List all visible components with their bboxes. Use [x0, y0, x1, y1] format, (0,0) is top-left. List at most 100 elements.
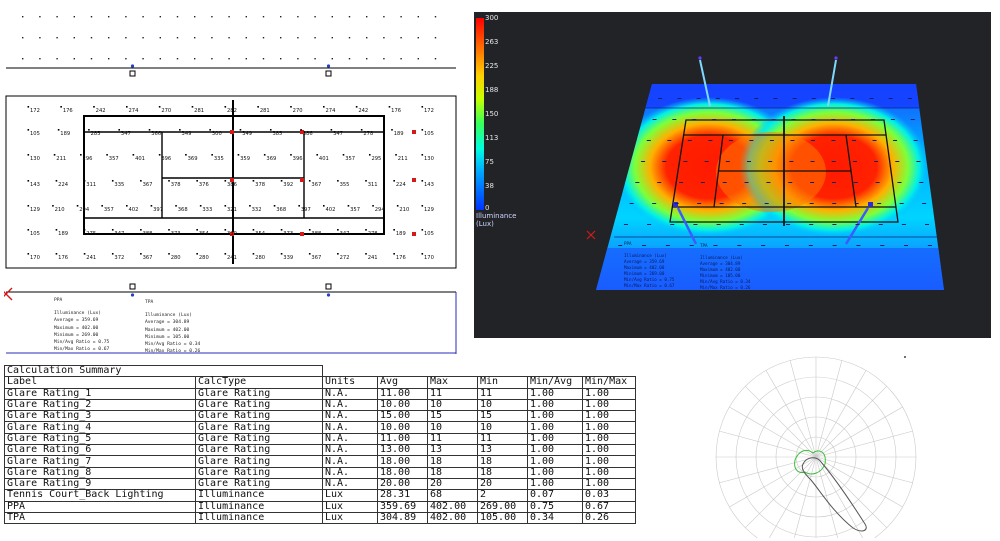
back-grid-point — [176, 58, 179, 60]
col-header-min[interactable]: Min — [477, 376, 528, 389]
render-grid-marker — [925, 224, 930, 225]
grid-value: 176 — [396, 255, 406, 261]
render-grid-marker — [855, 224, 860, 225]
polar-grid — [715, 356, 917, 538]
grid-point-marker — [224, 180, 227, 182]
table-cell: N.A. — [322, 432, 378, 446]
table-cell: Glare Rating_6 — [4, 444, 196, 457]
grid-value: 176 — [63, 108, 73, 114]
back-grid-point — [211, 37, 213, 39]
table-cell: 10 — [477, 398, 528, 412]
pole-marker-bottom-right[interactable] — [325, 283, 332, 297]
grid-value: 401 — [135, 156, 145, 162]
render-grid-marker — [831, 119, 836, 120]
render-grid-marker — [874, 161, 879, 162]
render-grid-marker — [700, 182, 705, 183]
back-grid-point — [228, 16, 230, 18]
table-cell: 10 — [427, 398, 478, 412]
render-grid-marker — [786, 224, 791, 225]
grid-point-marker — [249, 205, 251, 207]
grid-value: 369 — [188, 156, 198, 162]
back-grid-point — [73, 37, 75, 39]
render-tpa-panel: TPA Illuminance (Lux) Average = 304.89 M… — [700, 243, 750, 291]
table-cell: Illuminance — [195, 500, 323, 513]
render-grid-marker — [652, 203, 657, 204]
table-row[interactable]: Glare Rating_7 Glare Rating N.A. 18.00 18 18 1… — [4, 455, 636, 468]
table-cell: 10 — [427, 421, 478, 434]
table-row[interactable]: Glare Rating_6 Glare Rating N.A. 13.00 13 13 1… — [4, 444, 636, 457]
grid-point-marker — [185, 154, 187, 156]
table-row[interactable]: Glare Rating_5 Glare Rating N.A. 11.00 11 11 1… — [4, 432, 636, 446]
table-header-row: Label CalcType Units Avg Max Min Min/Avg… — [4, 376, 636, 389]
render-ppa-label: PPA — [624, 241, 632, 246]
table-row[interactable]: TPA Illuminance Lux 304.89 402.00 105.00 0.34 0… — [4, 511, 636, 525]
grid-point-marker — [83, 180, 86, 182]
table-cell: 15 — [427, 410, 478, 423]
origin-cross-3d-icon — [586, 230, 596, 240]
back-grid-point — [108, 58, 110, 60]
table-cell: 28.31 — [377, 489, 428, 502]
back-grid-point — [142, 16, 144, 18]
table-row[interactable]: Glare Rating_2 Glare Rating N.A. 10.00 10 10 1… — [4, 398, 636, 412]
table-cell: Glare Rating — [195, 466, 323, 479]
table-row[interactable]: Glare Rating_1 Glare Rating N.A. 11.00 11 11 1… — [4, 387, 636, 400]
grid-value: 311 — [86, 182, 96, 188]
table-row[interactable]: Glare Rating_8 Glare Rating N.A. 18.00 18 18 1… — [4, 466, 636, 479]
tpa-heading: Illuminance (Lux) — [145, 313, 193, 319]
table-cell: Illuminance — [195, 489, 323, 502]
grid-value: 349 — [242, 131, 252, 137]
table-row[interactable]: PPA Illuminance Lux 359.69 402.00 269.00 0.75 0… — [4, 500, 636, 513]
grid-value: 378 — [171, 182, 181, 188]
pole-marker-top-left[interactable] — [129, 64, 136, 77]
table-cell: 11 — [427, 387, 478, 400]
render-grid-marker — [856, 245, 861, 246]
render-grid-marker — [687, 140, 692, 141]
grid-value: 376 — [199, 182, 209, 188]
render-grid-marker — [704, 161, 709, 162]
back-lighting-grid — [22, 16, 437, 60]
render-grid-marker — [927, 245, 932, 246]
table-row[interactable]: Glare Rating_3 Glare Rating N.A. 15.00 15 15 1… — [4, 410, 636, 423]
origin-cross-icon — [4, 287, 13, 301]
table-row[interactable]: Glare Rating_9 Glare Rating N.A. 20.00 20 20 1… — [4, 477, 636, 491]
col-header-avg[interactable]: Avg — [377, 376, 428, 389]
col-header-units[interactable]: Units — [322, 376, 378, 389]
back-grid-point — [262, 16, 265, 18]
grid-point-marker — [140, 180, 142, 182]
table-cell: 1.00 — [582, 432, 636, 446]
plan-view[interactable]: 172 176 242 274 270 281 282 281 270 274 242 176 172 1… — [4, 2, 458, 354]
table-row[interactable]: Tennis Court_Back Lighting Illuminance Lux… — [4, 489, 636, 502]
grid-value: 129 — [424, 207, 434, 213]
render-grid-marker — [907, 98, 912, 99]
col-header-min-avg[interactable]: Min/Avg — [527, 376, 583, 389]
back-grid-point — [331, 37, 333, 39]
grid-value: 355 — [340, 182, 350, 188]
grid-point-marker — [27, 129, 30, 131]
render-grid-marker — [790, 140, 795, 141]
col-header-min-max[interactable]: Min/Max — [582, 376, 636, 389]
render-tpa-line: Min/Max Ratio = 0.26 — [700, 285, 751, 290]
pole-marker-bottom-left[interactable] — [129, 283, 136, 297]
table-cell: 20 — [427, 477, 478, 491]
col-header-max[interactable]: Max — [427, 376, 478, 389]
table-cell: 0.67 — [582, 500, 636, 513]
render-grid-marker — [652, 119, 657, 120]
grid-point-marker — [372, 205, 374, 207]
grid-point-marker — [342, 154, 345, 156]
back-grid-point — [400, 37, 402, 39]
grid-point-marker — [239, 129, 242, 131]
grid-value: 354 — [255, 231, 266, 237]
render-grid-marker — [811, 98, 816, 99]
col-header-label[interactable]: Label — [4, 376, 196, 389]
table-cell: 10.00 — [377, 398, 428, 412]
table-cell: Glare Rating — [195, 387, 323, 400]
back-grid-point — [383, 37, 385, 39]
table-row[interactable]: Glare Rating_4 Glare Rating N.A. 10.00 10 10 1… — [4, 421, 636, 434]
pole-marker-top-right[interactable] — [325, 64, 332, 77]
render-viewport[interactable]: 300 263 225 188 150 113 75 38 0 Illumina… — [474, 12, 991, 338]
grid-value: 369 — [266, 156, 276, 162]
render-grid-marker — [769, 140, 774, 141]
grid-value: 397 — [153, 207, 163, 213]
table-cell: 11 — [477, 432, 528, 446]
col-header-calctype[interactable]: CalcType — [195, 376, 323, 389]
